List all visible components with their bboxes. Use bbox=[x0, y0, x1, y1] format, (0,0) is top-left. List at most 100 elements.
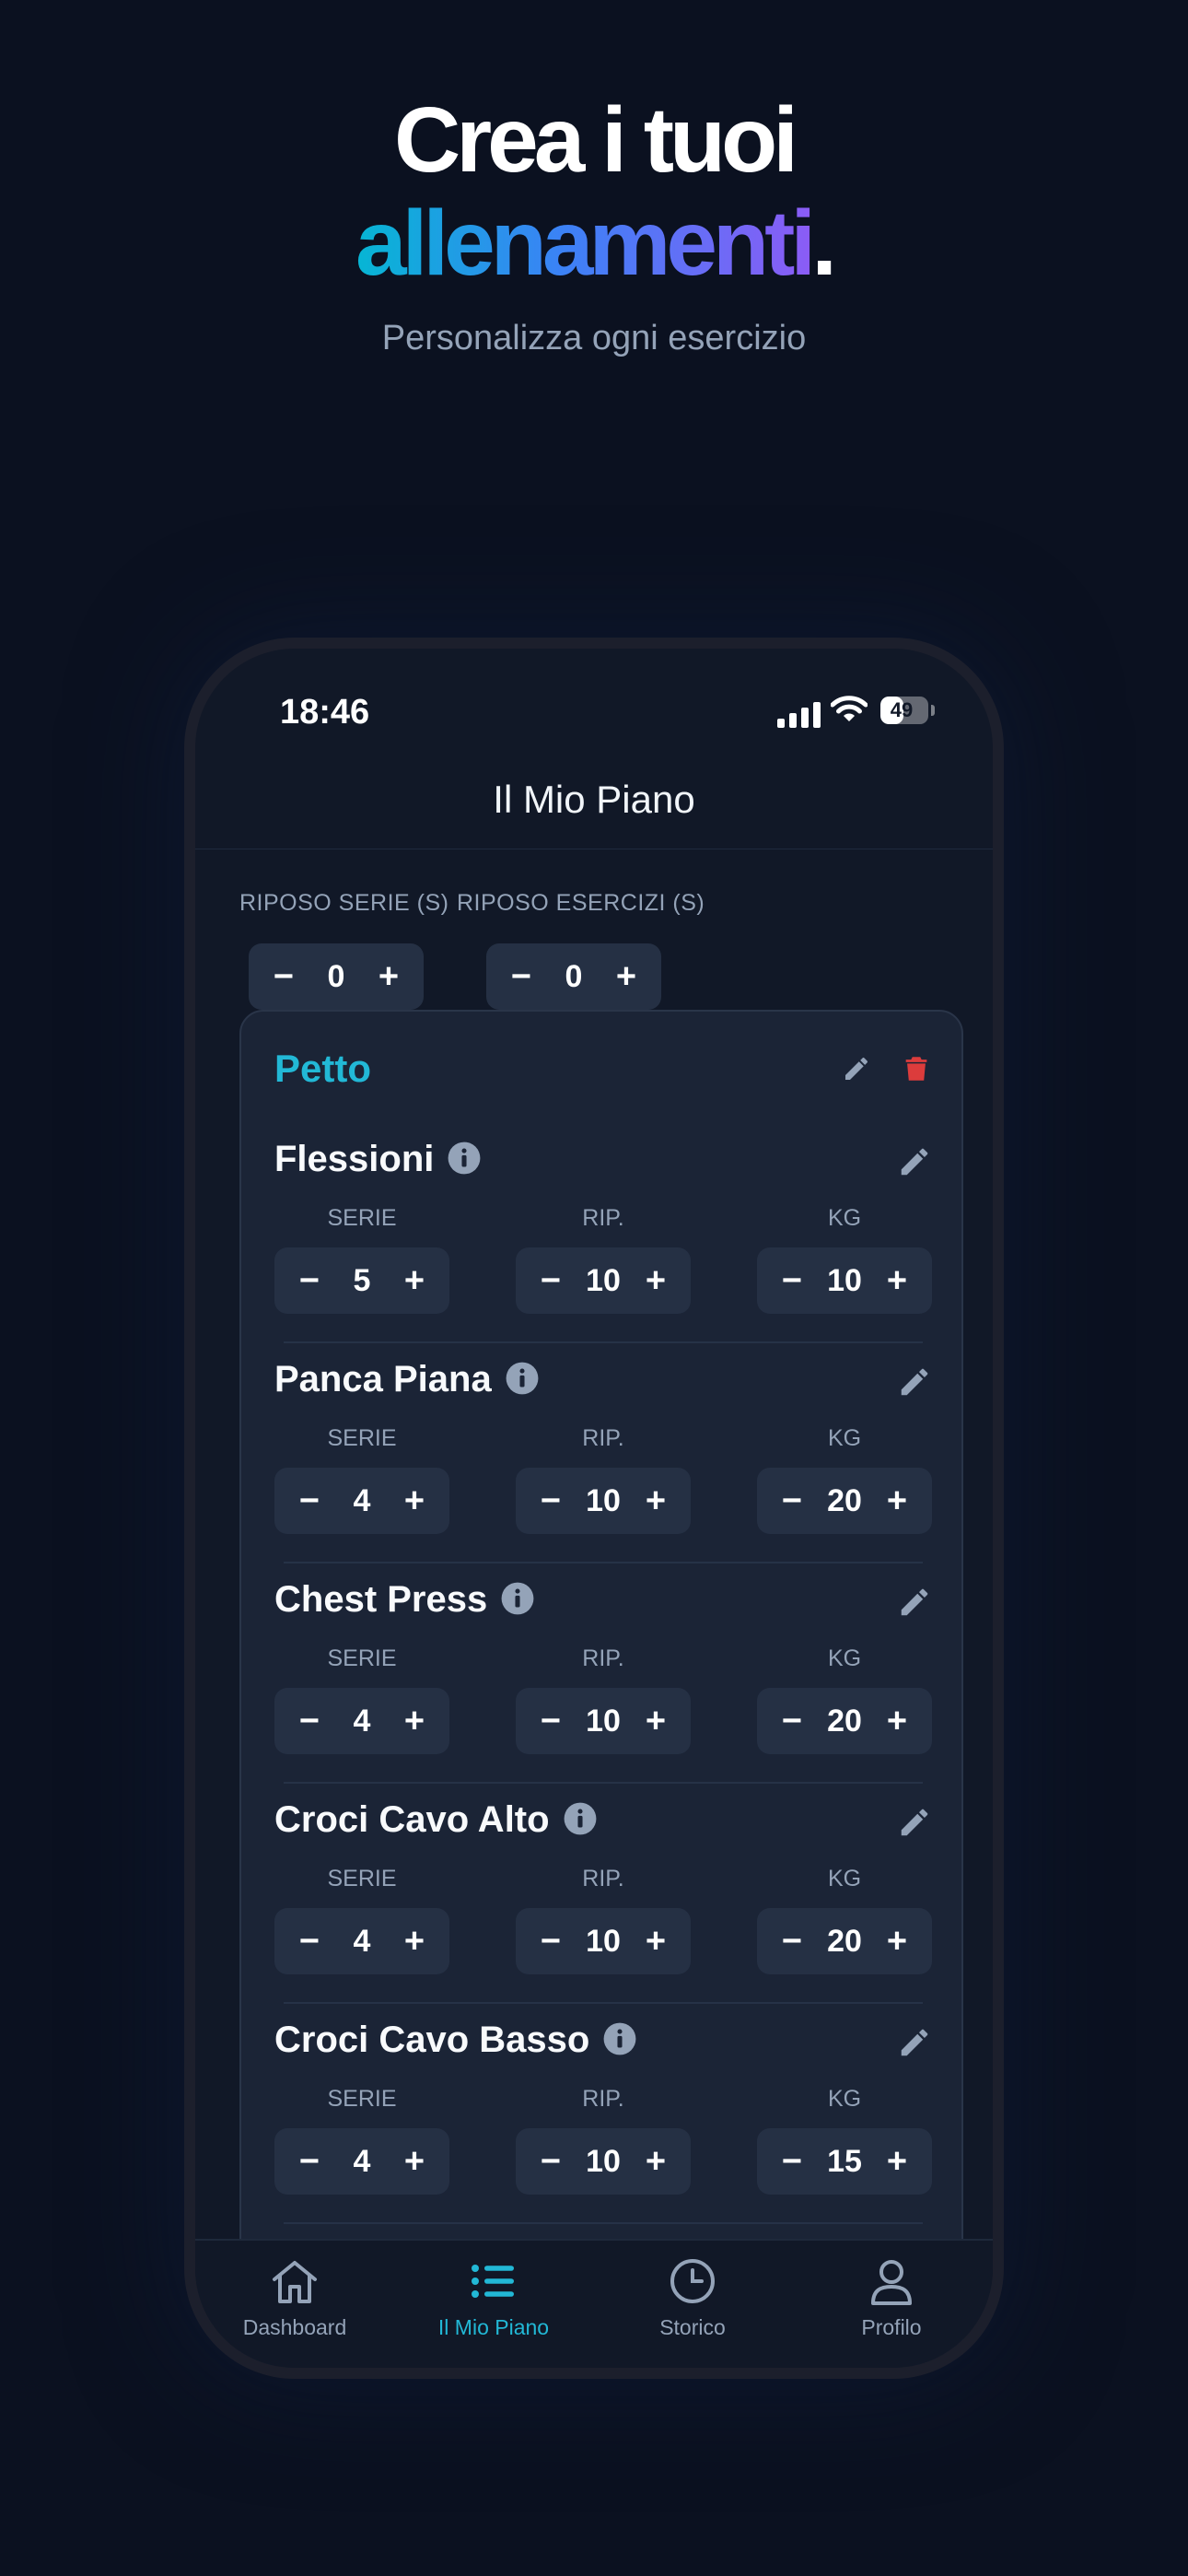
tab-il-mio-piano[interactable]: Il Mio Piano bbox=[394, 2257, 593, 2340]
increment-button[interactable]: + bbox=[637, 1483, 674, 1518]
kg-stepper[interactable]: −20 + bbox=[757, 1688, 932, 1754]
rest-exercises-label: RIPOSO ESERCIZI (S) bbox=[457, 890, 705, 916]
info-icon[interactable] bbox=[505, 1361, 540, 1396]
kg-label: KG bbox=[827, 1425, 862, 1451]
sets-stepper[interactable]: −4 + bbox=[274, 1468, 449, 1534]
rest-series-stepper[interactable]: − 0 + bbox=[249, 943, 424, 1010]
increment-button[interactable]: + bbox=[396, 1483, 433, 1518]
increment-button[interactable]: + bbox=[879, 1483, 915, 1518]
increment-button[interactable]: + bbox=[637, 1263, 674, 1298]
increment-button[interactable]: + bbox=[396, 1924, 433, 1959]
decrement-button[interactable]: − bbox=[291, 1483, 328, 1518]
reps-value: 10 bbox=[586, 1703, 621, 1739]
kg-label: KG bbox=[827, 1205, 862, 1231]
decrement-button[interactable]: − bbox=[291, 1924, 328, 1959]
pencil-icon[interactable] bbox=[897, 1144, 932, 1179]
decrement-button[interactable]: − bbox=[774, 1704, 810, 1739]
battery-icon: 49 bbox=[880, 697, 928, 724]
info-icon[interactable] bbox=[563, 1801, 598, 1836]
decrement-button[interactable]: − bbox=[774, 1483, 810, 1518]
phone-screen: 18:46 49 Il Mio Piano RIPOSO SERIE (S) −… bbox=[195, 649, 993, 2368]
sets-stepper[interactable]: −4 + bbox=[274, 2128, 449, 2195]
decrement-button[interactable]: − bbox=[532, 1263, 569, 1298]
reps-stepper[interactable]: −10 + bbox=[516, 1247, 691, 1314]
kg-stepper[interactable]: −10 + bbox=[757, 1247, 932, 1314]
sets-value: 4 bbox=[353, 1923, 371, 1959]
decrement-button[interactable]: − bbox=[265, 959, 302, 994]
exercise-row: Croci Cavo Basso SERIE RIP. KG −4 + −10 + … bbox=[241, 2003, 965, 2224]
rest-exercises-value: 0 bbox=[565, 958, 583, 994]
sets-label: SERIE bbox=[327, 2086, 397, 2112]
increment-button[interactable]: + bbox=[879, 1704, 915, 1739]
reps-value: 10 bbox=[586, 1482, 621, 1518]
sets-label: SERIE bbox=[327, 1645, 397, 1671]
rest-series-label: RIPOSO SERIE (S) bbox=[239, 890, 449, 916]
exercise-name-text: Panca Piana bbox=[274, 1359, 492, 1399]
sets-stepper[interactable]: −4 + bbox=[274, 1908, 449, 1974]
increment-button[interactable]: + bbox=[879, 1263, 915, 1298]
sets-label: SERIE bbox=[327, 1425, 397, 1451]
reps-label: RIP. bbox=[582, 1866, 624, 1891]
reps-value: 10 bbox=[586, 2143, 621, 2179]
decrement-button[interactable]: − bbox=[532, 1483, 569, 1518]
pencil-icon[interactable] bbox=[897, 2025, 932, 2060]
kg-value: 20 bbox=[827, 1482, 862, 1518]
tab-profilo[interactable]: Profilo bbox=[792, 2257, 991, 2340]
pencil-icon[interactable] bbox=[897, 1364, 932, 1399]
exercise-name: Croci Cavo Basso bbox=[274, 2020, 637, 2061]
exercise-row: Flessioni SERIE RIP. KG −5 + −10 + −10 + bbox=[241, 1122, 965, 1343]
decrement-button[interactable]: − bbox=[532, 1704, 569, 1739]
kg-label: KG bbox=[827, 2086, 862, 2112]
tab-label: Profilo bbox=[861, 2315, 922, 2339]
pencil-icon[interactable] bbox=[897, 1805, 932, 1840]
kg-stepper[interactable]: −20 + bbox=[757, 1908, 932, 1974]
sets-label: SERIE bbox=[327, 1205, 397, 1231]
increment-button[interactable]: + bbox=[879, 2144, 915, 2179]
reps-label: RIP. bbox=[582, 2086, 624, 2112]
decrement-button[interactable]: − bbox=[291, 1704, 328, 1739]
decrement-button[interactable]: − bbox=[503, 959, 540, 994]
increment-button[interactable]: + bbox=[637, 2144, 674, 2179]
decrement-button[interactable]: − bbox=[532, 1924, 569, 1959]
reps-stepper[interactable]: −10 + bbox=[516, 1468, 691, 1534]
exercise-name-text: Chest Press bbox=[274, 1579, 488, 1620]
info-icon[interactable] bbox=[447, 1141, 482, 1176]
hero-gradient-word: allenamenti bbox=[355, 192, 816, 295]
tab-storico[interactable]: Storico bbox=[593, 2257, 792, 2340]
sets-value: 4 bbox=[353, 2143, 371, 2179]
increment-button[interactable]: + bbox=[396, 1704, 433, 1739]
increment-button[interactable]: + bbox=[637, 1704, 674, 1739]
decrement-button[interactable]: − bbox=[532, 2144, 569, 2179]
exercise-name-text: Croci Cavo Basso bbox=[274, 2020, 590, 2060]
sets-stepper[interactable]: −4 + bbox=[274, 1688, 449, 1754]
pencil-icon[interactable] bbox=[842, 1054, 871, 1083]
reps-stepper[interactable]: −10 + bbox=[516, 1688, 691, 1754]
increment-button[interactable]: + bbox=[608, 959, 645, 994]
rest-exercises-stepper[interactable]: − 0 + bbox=[486, 943, 661, 1010]
home-icon bbox=[273, 2261, 317, 2303]
info-icon[interactable] bbox=[500, 1581, 535, 1616]
increment-button[interactable]: + bbox=[396, 1263, 433, 1298]
increment-button[interactable]: + bbox=[396, 2144, 433, 2179]
reps-stepper[interactable]: −10 + bbox=[516, 2128, 691, 2195]
sets-stepper[interactable]: −5 + bbox=[274, 1247, 449, 1314]
kg-stepper[interactable]: −20 + bbox=[757, 1468, 932, 1534]
increment-button[interactable]: + bbox=[370, 959, 407, 994]
kg-value: 20 bbox=[827, 1703, 862, 1739]
increment-button[interactable]: + bbox=[879, 1924, 915, 1959]
phone-frame: 18:46 49 Il Mio Piano RIPOSO SERIE (S) −… bbox=[184, 638, 1004, 2379]
decrement-button[interactable]: − bbox=[291, 2144, 328, 2179]
pencil-icon[interactable] bbox=[897, 1585, 932, 1620]
kg-stepper[interactable]: −15 + bbox=[757, 2128, 932, 2195]
decrement-button[interactable]: − bbox=[774, 1924, 810, 1959]
tab-bar: Dashboard Il Mio Piano Storico Profilo bbox=[195, 2239, 993, 2368]
reps-stepper[interactable]: −10 + bbox=[516, 1908, 691, 1974]
increment-button[interactable]: + bbox=[637, 1924, 674, 1959]
trash-icon[interactable] bbox=[901, 1052, 932, 1085]
tab-dashboard[interactable]: Dashboard bbox=[195, 2257, 394, 2340]
decrement-button[interactable]: − bbox=[774, 2144, 810, 2179]
decrement-button[interactable]: − bbox=[774, 1263, 810, 1298]
decrement-button[interactable]: − bbox=[291, 1263, 328, 1298]
battery-tip bbox=[931, 705, 935, 716]
info-icon[interactable] bbox=[602, 2021, 637, 2056]
